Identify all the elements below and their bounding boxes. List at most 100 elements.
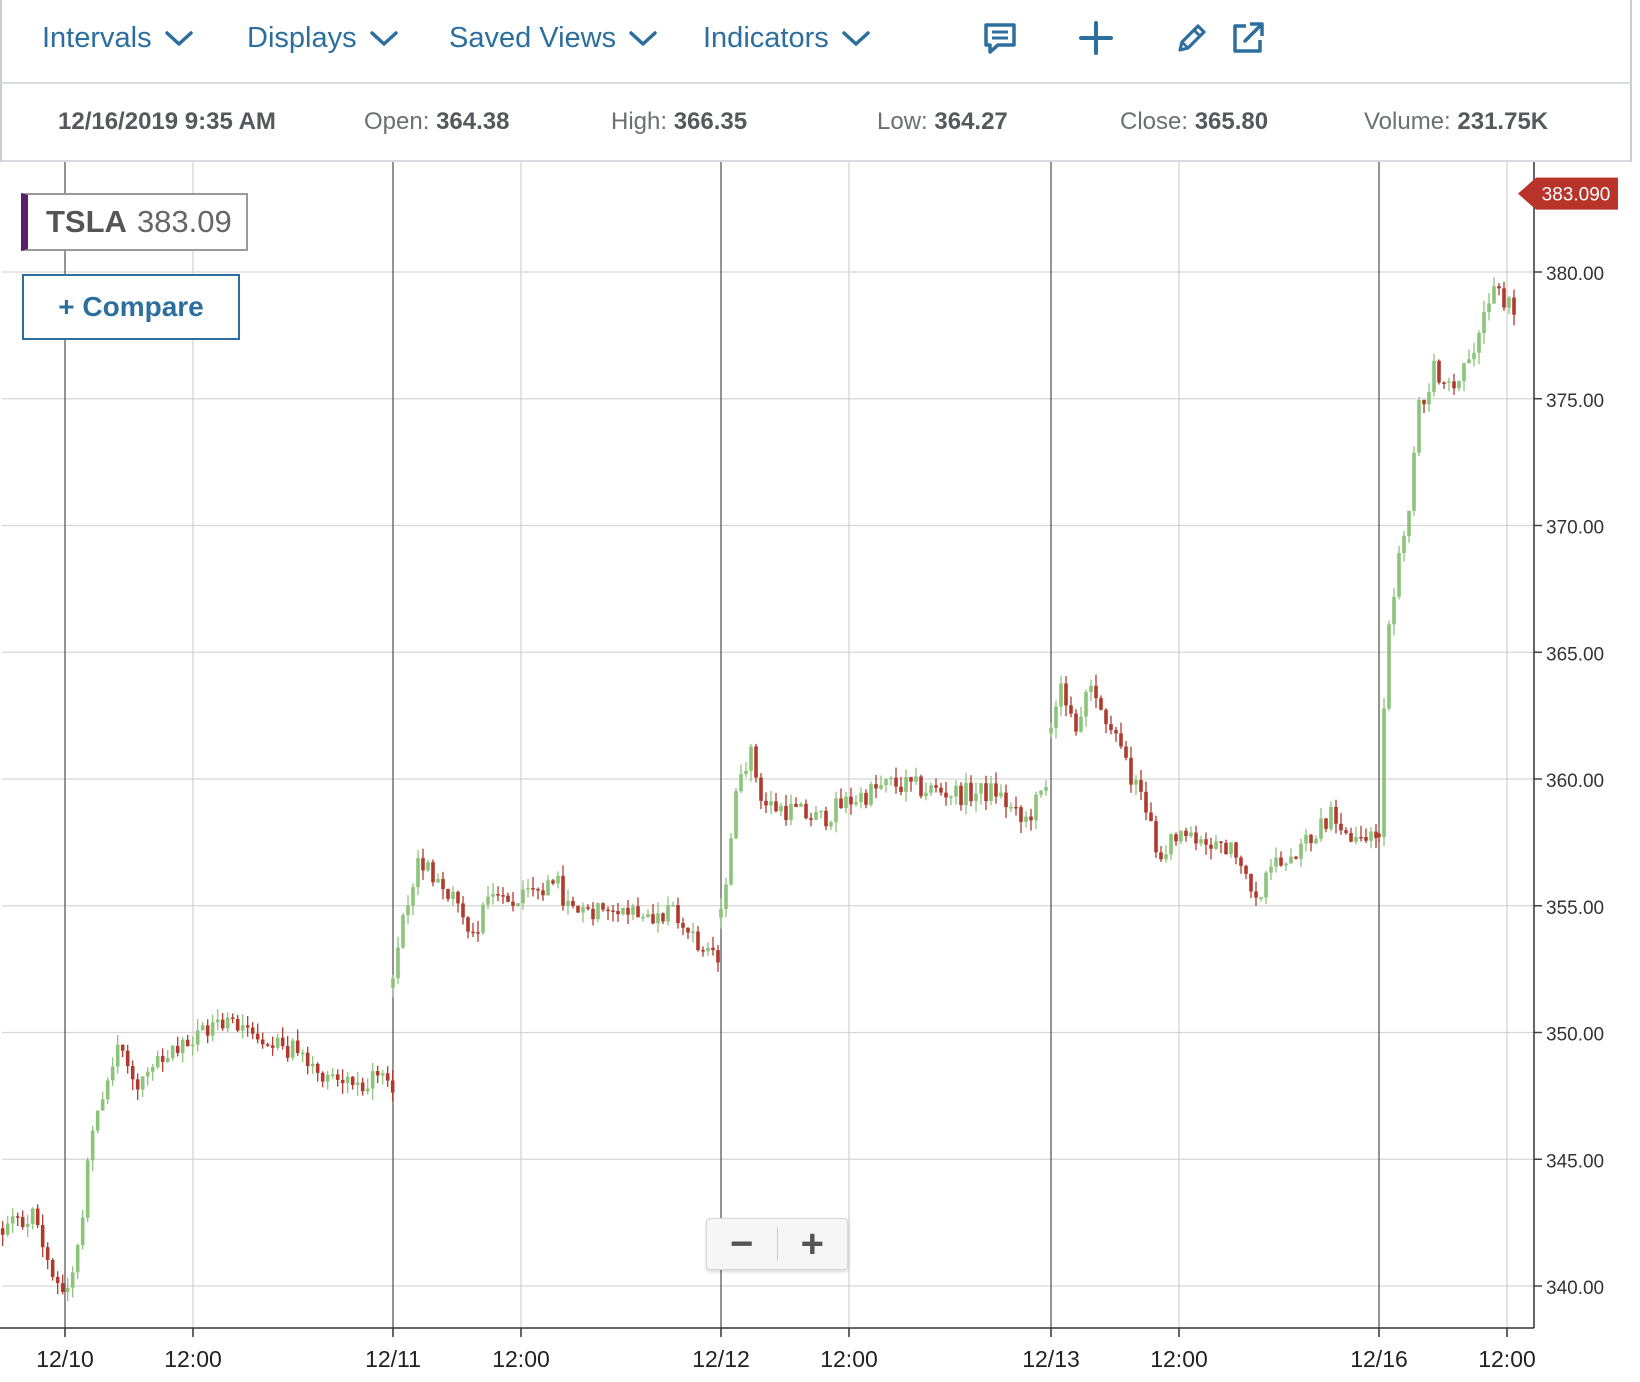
candle-body: [355, 1082, 360, 1085]
candle-body: [145, 1071, 150, 1077]
candle-body: [964, 782, 968, 806]
candle-body: [1467, 359, 1471, 364]
candle-body: [1369, 831, 1373, 841]
candle-body: [984, 783, 988, 802]
candle-body: [536, 888, 540, 891]
last-price-tag: 383.090: [1518, 177, 1618, 210]
indicators-menu[interactable]: Indicators: [703, 18, 871, 58]
candle-body: [739, 774, 743, 792]
candle-body: [934, 785, 938, 788]
candle-body: [789, 803, 793, 820]
candle-body: [1029, 816, 1033, 821]
candle-body: [1387, 624, 1391, 709]
candle-body: [60, 1283, 65, 1292]
close-value: Close: 365.80: [1120, 108, 1269, 135]
y-tick-label: 360.00: [1546, 771, 1604, 792]
candle-body: [1149, 812, 1153, 822]
candle-body: [501, 895, 505, 897]
candle-body: [1472, 352, 1476, 360]
candle-body: [1249, 873, 1253, 892]
candle-body: [1294, 856, 1298, 859]
candle-body: [1382, 708, 1386, 838]
candle-body: [591, 908, 595, 920]
candle-body: [506, 895, 510, 902]
candle-body: [1139, 779, 1143, 792]
popout-button[interactable]: [1226, 16, 1270, 60]
candle-body: [696, 931, 700, 951]
candle-body: [305, 1052, 310, 1067]
candle-body: [150, 1066, 155, 1072]
candle-body: [724, 884, 728, 909]
displays-menu[interactable]: Displays: [247, 18, 399, 58]
chevron-down-icon: [164, 31, 193, 46]
candle-body: [779, 805, 783, 812]
candle-body: [1109, 724, 1113, 731]
candle-body: [889, 777, 893, 780]
candle-body: [651, 914, 655, 924]
candle-body: [1054, 706, 1058, 728]
candle-body: [130, 1066, 135, 1080]
add-button[interactable]: [1074, 16, 1118, 60]
candle-body: [390, 1080, 395, 1093]
candle-body: [701, 950, 705, 952]
candle-body: [1432, 360, 1436, 393]
candle-body: [1452, 381, 1456, 389]
candle-body: [1259, 897, 1263, 899]
candle-body: [626, 907, 630, 915]
candle-body: [839, 798, 843, 809]
candle-body: [280, 1037, 285, 1047]
candle-body: [1447, 381, 1451, 383]
candle-body: [954, 785, 958, 797]
candle-body: [35, 1208, 40, 1225]
candle-body: [641, 917, 645, 919]
candle-body: [734, 791, 738, 839]
candle-body: [799, 803, 803, 807]
candle-body: [879, 785, 883, 789]
candle-body: [1214, 841, 1218, 849]
intervals-menu[interactable]: Intervals: [42, 18, 194, 58]
symbol-legend[interactable]: TSLA 383.09: [21, 193, 248, 251]
candle-body: [631, 906, 635, 915]
candle-body: [185, 1039, 190, 1047]
candle-body: [1014, 806, 1018, 809]
candle-body: [1359, 836, 1363, 839]
x-tick-label: 12/16: [1350, 1346, 1408, 1372]
candle-body: [245, 1025, 250, 1028]
candle-body: [325, 1074, 330, 1082]
candle-body: [596, 903, 600, 920]
candle-body: [1334, 806, 1338, 824]
candle-body: [496, 894, 500, 896]
compare-button[interactable]: + Compare: [22, 274, 240, 340]
pencil-icon: [1178, 24, 1206, 52]
zoom-in-button[interactable]: +: [778, 1219, 848, 1269]
candle-body: [335, 1074, 340, 1080]
candle-body: [1319, 818, 1323, 839]
candle-body: [431, 862, 435, 883]
candle-body: [40, 1224, 45, 1248]
toolbar: Intervals Displays Saved Views Indicator…: [0, 0, 1632, 84]
draw-button[interactable]: [1170, 16, 1214, 60]
zoom-out-button[interactable]: −: [707, 1219, 777, 1269]
candle-body: [1507, 297, 1511, 308]
candle-body: [531, 888, 535, 890]
candle-body: [989, 783, 993, 802]
candle-body: [749, 746, 753, 771]
candle-body: [1324, 818, 1328, 829]
last-price-tag-label: 383.090: [1542, 185, 1611, 206]
candle-body: [656, 913, 660, 924]
candle-body: [904, 777, 908, 792]
candle-body: [769, 801, 773, 806]
saved-views-menu[interactable]: Saved Views: [449, 18, 658, 58]
candle-body: [566, 900, 570, 906]
candle-body: [20, 1217, 25, 1227]
candle-body: [849, 796, 853, 805]
candle-body: [411, 887, 415, 906]
candle-body: [125, 1050, 130, 1067]
candle-body: [744, 770, 748, 775]
candle-body: [729, 838, 733, 885]
chevron-down-icon: [629, 31, 657, 46]
candle-body: [1392, 596, 1396, 625]
candle-body: [1234, 842, 1238, 858]
comment-button[interactable]: [978, 16, 1022, 60]
price-chart[interactable]: 340.00 345.00 350.00 355.00 360.00 365.00 370.…: [0, 162, 1640, 1382]
